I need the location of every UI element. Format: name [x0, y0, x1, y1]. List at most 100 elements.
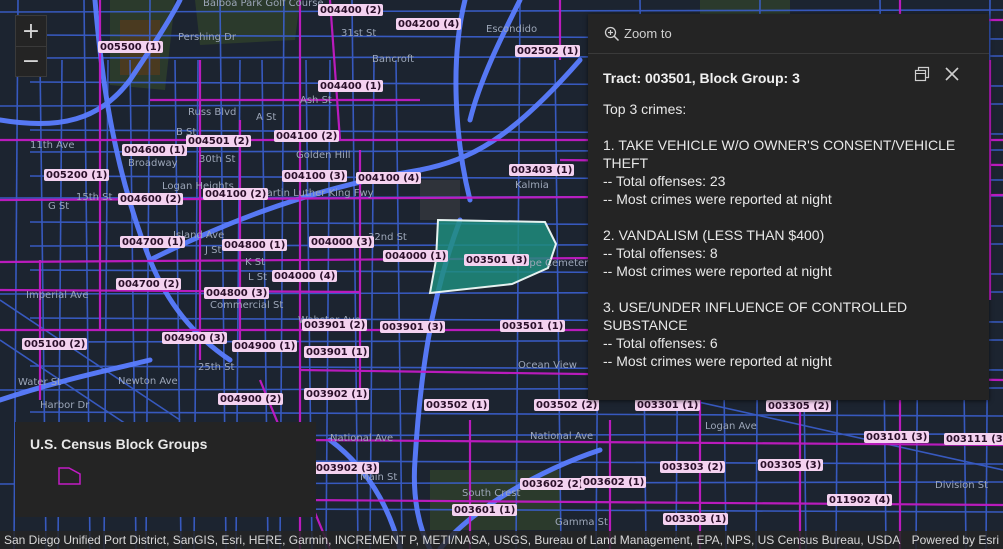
svg-text:003901 (1): 003901 (1): [306, 347, 367, 358]
svg-text:003305 (2): 003305 (2): [768, 401, 829, 412]
svg-text:003901 (3): 003901 (3): [382, 322, 443, 333]
svg-text:004800 (3): 004800 (3): [206, 288, 267, 299]
svg-text:004700 (1): 004700 (1): [122, 237, 183, 248]
block-group-label: 004700 (1): [120, 236, 185, 248]
block-group-label: 003901 (3): [380, 321, 445, 333]
svg-text:004000 (3): 004000 (3): [311, 237, 372, 248]
block-group-label: 004501 (2): [186, 135, 251, 147]
block-group-label: 003305 (2): [766, 400, 831, 412]
block-group-label: 003901 (2): [302, 319, 367, 331]
block-group-label: 003303 (1): [663, 513, 728, 525]
dock-icon[interactable]: [914, 66, 930, 87]
street-label: Golden Hill: [296, 150, 351, 161]
block-group-label: 004000 (1): [383, 250, 448, 262]
svg-text:003502 (1): 003502 (1): [426, 400, 487, 411]
close-icon[interactable]: [944, 66, 960, 87]
block-group-label: 003502 (1): [424, 399, 489, 411]
svg-text:005100 (2): 005100 (2): [24, 339, 85, 350]
svg-text:003301 (1): 003301 (1): [637, 400, 698, 411]
block-group-label: 004900 (1): [232, 340, 297, 352]
block-group-label: 005100 (2): [22, 338, 87, 350]
street-label: Ocean View: [518, 360, 577, 371]
street-label: Escondido: [486, 24, 537, 35]
block-group-label: 004100 (3): [282, 170, 347, 182]
svg-text:003502 (2): 003502 (2): [536, 400, 597, 411]
block-group-label: 004100 (2): [274, 130, 339, 142]
block-group-label: 004900 (2): [218, 393, 283, 405]
block-group-label: 004200 (4): [396, 18, 461, 30]
block-group-label: 003301 (1): [635, 399, 700, 411]
svg-text:003303 (2): 003303 (2): [662, 462, 723, 473]
popup-intro: Top 3 crimes:: [603, 101, 687, 117]
crime-timing: -- Most crimes were reported at night: [603, 353, 832, 369]
svg-text:003602 (1): 003602 (1): [583, 477, 644, 488]
block-group-label: 004900 (3): [162, 332, 227, 344]
crime-heading: 3. USE/UNDER INFLUENCE OF CONTROLLED SUB…: [603, 299, 908, 333]
svg-text:005200 (1): 005200 (1): [46, 170, 107, 181]
svg-text:004900 (1): 004900 (1): [234, 341, 295, 352]
svg-text:003111 (3): 003111 (3): [946, 434, 1003, 445]
svg-text:004000 (4): 004000 (4): [274, 271, 335, 282]
svg-text:003305 (3): 003305 (3): [760, 460, 821, 471]
block-group-label: 003601 (1): [452, 504, 517, 516]
svg-text:004100 (2): 004100 (2): [276, 131, 337, 142]
zoom-to-action[interactable]: Zoom to: [588, 14, 989, 54]
street-label: 15th St: [76, 192, 113, 203]
crime-timing: -- Most crimes were reported at night: [603, 263, 832, 279]
svg-text:004700 (2): 004700 (2): [118, 279, 179, 290]
svg-text:003901 (2): 003901 (2): [304, 320, 365, 331]
block-group-label: 004700 (2): [116, 278, 181, 290]
block-group-label: 003111 (3): [944, 433, 1003, 445]
svg-text:004900 (2): 004900 (2): [220, 394, 281, 405]
street-label: Martin Luther King Fwy: [258, 188, 374, 199]
street-label: K St: [245, 257, 265, 268]
svg-text:004600 (2): 004600 (2): [120, 194, 181, 205]
street-label: G St: [48, 201, 69, 212]
block-group-label: 003303 (2): [660, 461, 725, 473]
block-group-label: 004000 (3): [309, 236, 374, 248]
svg-text:004100 (4): 004100 (4): [358, 173, 419, 184]
svg-text:003601 (1): 003601 (1): [454, 505, 515, 516]
svg-text:003303 (1): 003303 (1): [665, 514, 726, 525]
building-area: [420, 180, 460, 220]
crime-heading: 2. VANDALISM (LESS THAN $400): [603, 227, 825, 243]
street-label: Imperial Ave: [26, 290, 89, 301]
svg-text:003602 (2): 003602 (2): [522, 479, 583, 490]
street-label: L St: [248, 272, 267, 283]
block-group-label: 004800 (3): [204, 287, 269, 299]
street-label: South Crest: [462, 488, 520, 499]
block-group-label: 004100 (2): [203, 188, 268, 200]
street-label: 30th St: [199, 154, 236, 165]
popup-content: Top 3 crimes: 1. TAKE VEHICLE W/O OWNER'…: [588, 98, 989, 370]
street-label: Newton Ave: [118, 376, 178, 387]
street-label: Water St: [18, 377, 61, 388]
block-group-label: 003501 (3): [464, 254, 529, 266]
svg-text:003501 (3): 003501 (3): [466, 255, 527, 266]
street-label: Harbor Dr: [40, 400, 90, 411]
block-group-label: 004400 (2): [318, 4, 383, 16]
street-label: National Ave: [530, 431, 593, 442]
powered-by-link[interactable]: Powered by Esri: [912, 531, 999, 549]
attribution-text: San Diego Unified Port District, SanGIS,…: [4, 533, 901, 547]
crime-timing: -- Most crimes were reported at night: [603, 191, 832, 207]
street-label: Division St: [935, 480, 988, 491]
zoom-in-button[interactable]: +: [16, 16, 46, 46]
zoom-in-magnifier-icon: [604, 26, 620, 41]
block-group-label: 003101 (3): [864, 431, 929, 443]
street-label: Balboa Park Golf Course: [203, 0, 324, 9]
block-group-label: 003403 (1): [509, 164, 574, 176]
street-label: 25th St: [198, 362, 235, 373]
street-label: Bancroft: [372, 54, 414, 65]
legend-title: U.S. Census Block Groups: [30, 436, 208, 452]
svg-text:004100 (3): 004100 (3): [284, 171, 345, 182]
zoom-out-button[interactable]: −: [16, 46, 46, 76]
svg-text:002502 (1): 002502 (1): [517, 46, 578, 57]
svg-text:004400 (1): 004400 (1): [320, 81, 381, 92]
zoom-control: + −: [15, 15, 47, 77]
crime-offenses: -- Total offenses: 6: [603, 335, 718, 351]
block-group-label: 004100 (4): [356, 172, 421, 184]
svg-text:004100 (2): 004100 (2): [205, 189, 266, 200]
block-group-label: 003901 (1): [304, 346, 369, 358]
feature-popup: Zoom to Tract: 003501, Block Group: 3 To…: [588, 14, 989, 400]
legend-polygon-swatch-icon: [58, 467, 81, 485]
